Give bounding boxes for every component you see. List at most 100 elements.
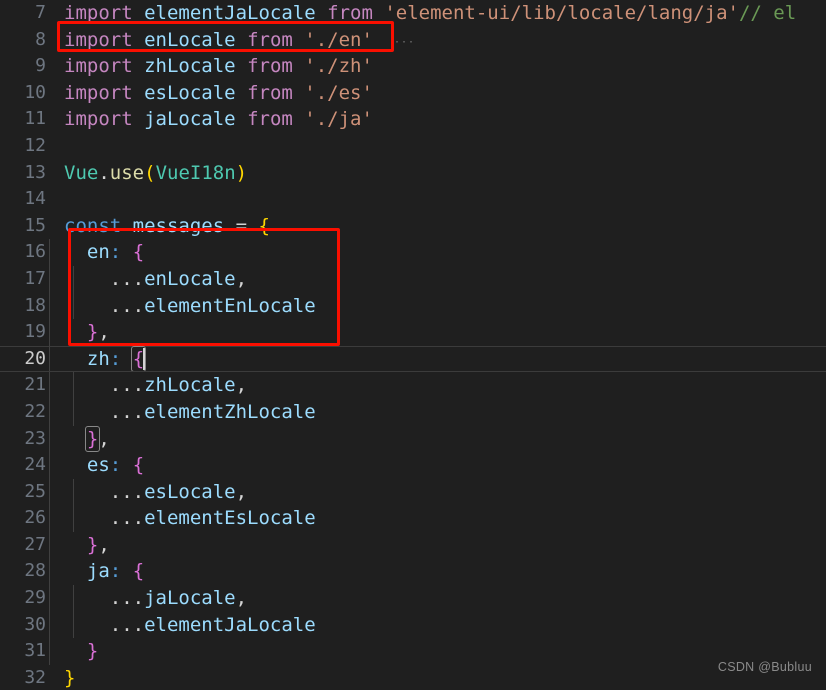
code-line[interactable]: 14	[0, 186, 826, 213]
line-content[interactable]: ...jaLocale,	[46, 585, 826, 612]
code-editor[interactable]: 7 import elementJaLocale from 'element-u…	[0, 0, 826, 690]
token-spread: ...	[109, 374, 145, 397]
token-brace-close: }	[86, 640, 99, 663]
token-spread: ...	[109, 480, 145, 503]
line-content[interactable]: const messages = {	[46, 213, 826, 240]
token-string-en-path: './en'	[304, 28, 373, 51]
code-line[interactable]: 21 ...zhLocale,	[0, 372, 826, 399]
line-content[interactable]: },	[46, 531, 826, 559]
line-content[interactable]: ...esLocale,	[46, 478, 826, 506]
code-line[interactable]: 30 ...elementJaLocale	[0, 611, 826, 639]
token-string-zh-path: './zh'	[304, 55, 373, 78]
token-spread: ...	[109, 400, 145, 423]
code-line[interactable]: 26 ...elementEsLocale	[0, 505, 826, 532]
line-content[interactable]: ...elementZhLocale	[46, 398, 826, 426]
code-line[interactable]: 15 const messages = {	[0, 213, 826, 240]
code-line[interactable]: 23 },	[0, 425, 826, 453]
indent-guide	[49, 398, 50, 426]
line-content[interactable]: import jaLocale from './ja'	[46, 106, 826, 133]
token-comma: ,	[235, 480, 248, 503]
indent-guide	[73, 398, 74, 426]
line-content[interactable]: import esLocale from './es'	[46, 80, 826, 107]
indent-guide	[49, 372, 50, 399]
line-content[interactable]: }	[46, 665, 826, 690]
line-content[interactable]: ...elementJaLocale	[46, 611, 826, 639]
line-number: 13	[24, 161, 46, 183]
token-identifier-elementzhlocale: elementZhLocale	[144, 400, 316, 423]
indent-guide	[49, 531, 50, 559]
indent-guide	[49, 638, 50, 665]
code-line[interactable]: 32 }	[0, 665, 826, 690]
line-number: 18	[24, 294, 46, 316]
line-number: 11	[24, 108, 46, 130]
line-number: 17	[24, 267, 46, 289]
code-line[interactable]: 19 },	[0, 319, 826, 346]
line-number: 32	[24, 666, 46, 688]
code-editor-screenshot: 7 import elementJaLocale from 'element-u…	[0, 0, 826, 690]
line-number: 19	[24, 321, 46, 343]
code-line[interactable]: 7 import elementJaLocale from 'element-u…	[0, 0, 826, 27]
code-line[interactable]: 24 es: {	[0, 452, 826, 479]
code-line[interactable]: 17 ...enLocale,	[0, 265, 826, 293]
code-line[interactable]: 11 import jaLocale from './ja'	[0, 106, 826, 133]
line-content[interactable]: ...elementEsLocale	[46, 505, 826, 532]
line-content[interactable]: ja: {	[46, 558, 826, 586]
token-brace-close: }	[64, 666, 76, 689]
line-number: 24	[24, 454, 46, 476]
token-brace-open: {	[132, 560, 145, 583]
line-content[interactable]: },	[46, 319, 826, 346]
line-continuation-icon: ···	[394, 37, 416, 48]
line-content[interactable]: ...zhLocale,	[46, 372, 826, 399]
token-comment-el: // el	[738, 2, 797, 24]
indent-guide	[73, 505, 74, 532]
code-line[interactable]: 10 import esLocale from './es'	[0, 80, 826, 107]
line-number: 7	[35, 2, 46, 23]
line-content[interactable]: }	[46, 638, 826, 665]
indent-guide	[73, 611, 74, 639]
code-line[interactable]: 13 Vue.use(VueI18n)	[0, 160, 826, 187]
line-content[interactable]: import enLocale from './en'	[46, 27, 826, 54]
token-colon: :	[109, 241, 122, 264]
line-content[interactable]: import zhLocale from './zh'	[46, 53, 826, 80]
line-content[interactable]: },	[46, 425, 826, 453]
code-line[interactable]: 31 }	[0, 638, 826, 665]
line-content[interactable]: es: {	[46, 452, 826, 479]
code-line[interactable]: 22 ...elementZhLocale	[0, 398, 826, 426]
token-identifier-eslocale: esLocale	[144, 81, 236, 104]
token-identifier-elementeslocale: elementEsLocale	[144, 507, 316, 530]
token-brace-close: }	[86, 321, 99, 344]
indent-guide	[49, 611, 50, 639]
line-number: 28	[24, 560, 46, 582]
code-line[interactable]: 27 },	[0, 531, 826, 559]
token-identifier-jalocale: jaLocale	[144, 108, 236, 131]
token-spread: ...	[109, 294, 145, 317]
token-comma: ,	[235, 587, 248, 610]
line-content[interactable]: Vue.use(VueI18n)	[46, 160, 826, 187]
line-content[interactable]: import elementJaLocale from 'element-ui/…	[46, 0, 826, 27]
token-string-elementui-ja-path: 'element-ui/lib/locale/lang/ja'	[384, 2, 739, 24]
code-line[interactable]: 25 ...esLocale,	[0, 478, 826, 506]
line-content[interactable]: ...enLocale,	[46, 265, 826, 293]
code-line[interactable]: 18 ...elementEnLocale	[0, 292, 826, 320]
token-key-es: es	[86, 454, 110, 477]
token-spread: ...	[109, 587, 145, 610]
line-content[interactable]: ...elementEnLocale	[46, 292, 826, 320]
token-comma: ,	[98, 533, 110, 556]
token-keyword-import: import	[64, 108, 133, 131]
line-content[interactable]: zh: {	[46, 345, 826, 373]
code-line[interactable]: 9 import zhLocale from './zh'	[0, 53, 826, 80]
line-number: 16	[24, 241, 46, 263]
token-paren-close: )	[235, 161, 248, 184]
code-line[interactable]: 16 en: {	[0, 239, 826, 266]
code-line[interactable]: 28 ja: {	[0, 558, 826, 586]
line-number: 9	[35, 55, 46, 77]
line-number: 21	[24, 374, 46, 396]
indent-guide	[49, 265, 50, 293]
code-line[interactable]: 29 ...jaLocale,	[0, 585, 826, 612]
indent-guide	[49, 558, 50, 586]
code-line[interactable]: 12	[0, 133, 826, 160]
token-operator-equals: =	[235, 214, 248, 237]
indent-guide	[49, 478, 50, 506]
code-line-active[interactable]: 20 zh: {	[0, 345, 826, 373]
line-content[interactable]: en: {	[46, 239, 826, 266]
